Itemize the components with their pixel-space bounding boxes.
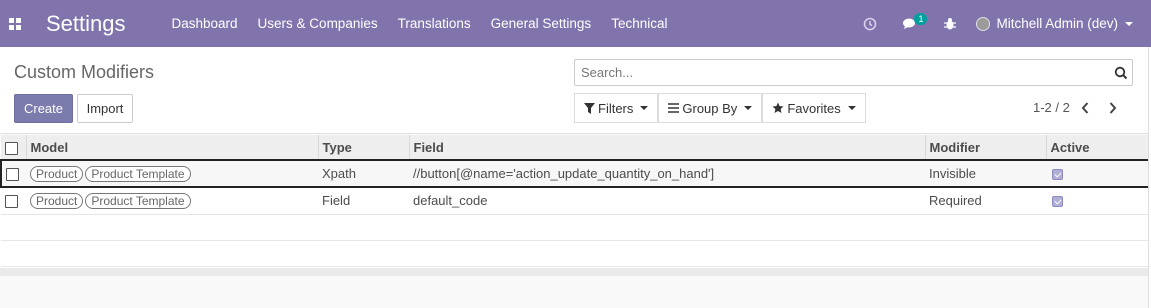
search-icon[interactable] [1110, 60, 1132, 85]
filter-icon [584, 102, 595, 114]
empty-row [1, 240, 1149, 267]
modifier-cell: Required [925, 187, 1046, 215]
systray: 1 Mitchell Admin (dev) [850, 0, 1151, 47]
list-icon [668, 103, 680, 113]
filters-dropdown[interactable]: Filters [574, 93, 659, 123]
search-input[interactable] [575, 60, 1110, 85]
favorites-label: Favorites [787, 100, 841, 116]
field-cell: default_code [409, 187, 925, 215]
filters-label: Filters [598, 100, 634, 116]
modifier-cell: Invisible [925, 159, 1046, 188]
top-navbar: Settings Dashboard Users & Companies Tra… [0, 0, 1151, 47]
column-header-model[interactable]: Model [26, 135, 319, 161]
row-select-cell [0, 159, 26, 188]
modifiers-table: Model Type Field Modifier Active Product… [0, 135, 1150, 267]
groupby-dropdown[interactable]: Group By [658, 93, 763, 123]
messaging-chat-icon[interactable]: 1 [890, 0, 930, 47]
pager-value[interactable]: 1-2 / 2 [1033, 100, 1070, 115]
menu-item-technical[interactable]: Technical [601, 0, 677, 47]
active-checkbox [1052, 196, 1063, 208]
select-all-cell [1, 135, 27, 161]
empty-row [1, 214, 1149, 241]
debug-bug-icon[interactable] [930, 0, 970, 47]
menu-item-dashboard[interactable]: Dashboard [162, 0, 248, 47]
message-count-badge: 1 [914, 13, 928, 25]
control-panel: Custom Modifiers Create Import Filters G… [0, 47, 1151, 134]
model-tag: Product Template [85, 165, 191, 182]
list-view: Model Type Field Modifier Active Product… [0, 135, 1150, 269]
row-select-cell [1, 187, 26, 215]
apps-grid-icon [9, 17, 21, 30]
model-tag: Product [30, 192, 84, 209]
active-cell [1046, 159, 1150, 188]
pager: 1-2 / 2 [1033, 100, 1126, 115]
main-menu: Dashboard Users & Companies Translations… [162, 0, 678, 47]
type-cell: Xpath [318, 159, 409, 188]
model-tag: Product Template [85, 192, 191, 209]
column-header-active[interactable]: Active [1046, 135, 1149, 161]
search-options: Filters Group By Favorites [574, 93, 866, 123]
search-bar [574, 59, 1133, 86]
page-title: Custom Modifiers [14, 62, 155, 82]
chevron-down-icon [744, 106, 753, 110]
menu-item-translations[interactable]: Translations [388, 0, 481, 47]
star-icon [772, 102, 784, 113]
chevron-down-icon [1125, 21, 1133, 26]
favorites-dropdown[interactable]: Favorites [762, 93, 866, 123]
app-name[interactable]: Settings [46, 11, 126, 37]
menu-item-users-companies[interactable]: Users & Companies [248, 0, 388, 47]
table-row[interactable]: Product Product Template Field default_co… [1, 187, 1149, 215]
model-cell: Product Product Template [26, 159, 318, 188]
model-cell: Product Product Template [26, 187, 318, 215]
column-header-field[interactable]: Field [409, 135, 926, 161]
row-checkbox[interactable] [6, 168, 19, 182]
column-header-modifier[interactable]: Modifier [925, 135, 1047, 161]
model-tag: Product [30, 165, 84, 182]
chevron-down-icon [640, 106, 649, 110]
select-all-checkbox[interactable] [5, 141, 18, 155]
chevron-left-icon[interactable] [1072, 101, 1098, 114]
groupby-label: Group By [682, 100, 738, 116]
create-button[interactable]: Create [14, 94, 73, 123]
apps-menu-button[interactable] [0, 0, 30, 47]
chevron-right-icon[interactable] [1100, 101, 1126, 114]
table-header: Model Type Field Modifier Active [1, 135, 1149, 161]
avatar [976, 16, 991, 31]
user-menu[interactable]: Mitchell Admin (dev) [970, 0, 1151, 47]
column-header-type[interactable]: Type [318, 135, 410, 161]
user-name: Mitchell Admin (dev) [996, 16, 1118, 31]
chevron-down-icon [847, 106, 856, 110]
table-footer [0, 268, 1148, 276]
field-cell: //button[@name='action_update_quantity_o… [409, 159, 925, 188]
row-checkbox[interactable] [5, 195, 18, 209]
active-checkbox [1052, 169, 1063, 181]
table-row[interactable]: Product Product Template Xpath //button[@… [0, 159, 1150, 188]
import-button[interactable]: Import [77, 94, 133, 123]
type-cell: Field [318, 187, 409, 215]
active-cell [1046, 187, 1149, 215]
activity-clock-icon[interactable] [850, 0, 890, 47]
menu-item-general-settings[interactable]: General Settings [481, 0, 602, 47]
